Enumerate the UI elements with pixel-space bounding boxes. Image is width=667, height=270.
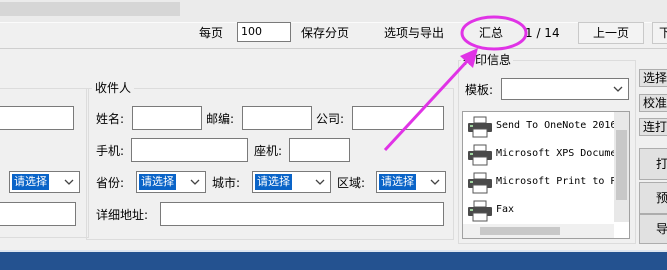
print-info-title: 打印信息 (461, 52, 514, 68)
next-page-button[interactable]: 下 (652, 22, 667, 44)
print-button[interactable]: 打 (639, 148, 667, 180)
district-label: 区域: (337, 176, 366, 190)
summary-button[interactable]: 汇总 (479, 24, 503, 42)
options-export-button[interactable]: 选项与导出 (384, 24, 444, 42)
name-input[interactable] (132, 106, 202, 130)
name-label: 姓名: (96, 112, 125, 126)
city-label: 城市: (212, 176, 241, 190)
printer-list-vscroll-thumb[interactable] (616, 130, 627, 200)
divider (0, 22, 667, 23)
district-select[interactable]: 请选择 (376, 171, 446, 193)
company-input[interactable] (352, 106, 444, 130)
list-item[interactable]: Microsoft Print to P (464, 172, 624, 194)
province-select[interactable]: 请选择 (136, 171, 206, 193)
landline-label: 座机: (254, 144, 283, 158)
chevron-down-icon (64, 179, 74, 185)
printer-icon (468, 200, 492, 222)
sender-address-input[interactable] (0, 202, 76, 226)
sender-field-1[interactable] (0, 106, 74, 130)
city-select[interactable]: 请选择 (252, 171, 331, 193)
sender-province-select[interactable]: 请选择 (9, 171, 80, 193)
chevron-down-icon (190, 179, 200, 185)
per-page-label: 每页 (199, 26, 224, 40)
taskbar (0, 252, 667, 270)
list-item[interactable]: Send To OneNote 2016 (464, 116, 624, 138)
address-input[interactable] (160, 202, 444, 226)
prev-page-button[interactable]: 上一页 (578, 22, 644, 44)
list-item[interactable]: Microsoft XPS Docume (464, 144, 624, 166)
printer-icon (468, 172, 492, 194)
save-page-button[interactable]: 保存分页 (301, 24, 349, 42)
printer-icon (468, 116, 492, 138)
printer-list[interactable]: Send To OneNote 2016 Microsoft XPS Docum… (462, 111, 630, 239)
recipient-title: 收件人 (92, 80, 135, 96)
per-page-input[interactable]: 100 (237, 22, 291, 42)
toolbar-divider (0, 48, 667, 49)
province-value: 请选择 (139, 174, 176, 190)
district-value: 请选择 (379, 174, 416, 190)
continuous-print-button[interactable]: 连打 (639, 118, 667, 136)
mobile-label: 手机: (96, 144, 125, 158)
printer-list-hscroll-thumb[interactable] (480, 227, 560, 235)
chevron-down-icon (315, 179, 325, 185)
mobile-input[interactable] (131, 138, 248, 162)
export-button[interactable]: 导 (639, 214, 667, 244)
address-label: 详细地址: (96, 208, 149, 222)
sender-province-value: 请选择 (12, 174, 49, 190)
printer-icon (468, 144, 492, 166)
template-select[interactable] (501, 78, 629, 100)
printer-name: Fax (496, 204, 515, 215)
chevron-down-icon (430, 179, 440, 185)
province-label: 省份: (96, 176, 125, 190)
page-indicator: 1 / 14 (525, 26, 560, 40)
calibrate-button[interactable]: 校准 (639, 94, 667, 112)
zip-label: 邮编: (206, 112, 235, 126)
city-value: 请选择 (255, 174, 292, 190)
printer-name: Microsoft Print to P (496, 176, 617, 187)
printer-name: Microsoft XPS Docume (496, 148, 617, 159)
landline-input[interactable] (289, 138, 350, 162)
zip-input[interactable] (242, 106, 312, 130)
preview-button[interactable]: 预 (639, 182, 667, 214)
printer-name: Send To OneNote 2016 (496, 120, 617, 131)
select-button[interactable]: 选择 (639, 69, 667, 87)
top-scrollbar[interactable] (0, 2, 180, 16)
template-label: 模板: (465, 83, 494, 97)
company-label: 公司: (316, 112, 345, 126)
chevron-down-icon (613, 86, 623, 92)
list-item[interactable]: Fax (464, 200, 624, 222)
